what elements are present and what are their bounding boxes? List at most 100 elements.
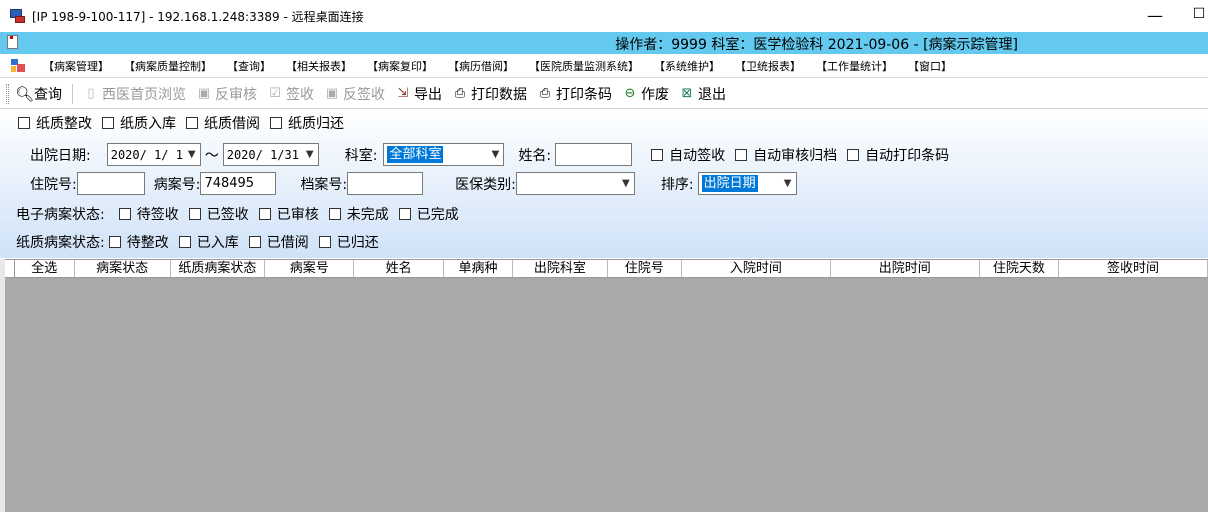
date-to-picker[interactable]: 2020/ 1/31 ▼ [222, 143, 319, 166]
menu-window[interactable]: 【窗口】 [902, 58, 961, 74]
e-status-complete[interactable]: 已完成 [398, 204, 459, 224]
sort-label: 排序: [660, 176, 694, 193]
archive-no-label: 档案号: [300, 176, 348, 193]
insurance-label: 医保类别: [455, 176, 516, 193]
paper-status-pending-rectify[interactable]: 待整改 [108, 232, 169, 252]
menu-workload-stats[interactable]: 【工作量统计】 [810, 58, 902, 74]
discharge-date-label: 出院日期: [30, 147, 91, 164]
paper-actions-row: 纸质整改 纸质入库 纸质借阅 纸质归还 [18, 113, 354, 133]
menu-system-maintenance[interactable]: 【系统维护】 [648, 58, 729, 74]
void-icon: ⊖ [624, 86, 636, 101]
toolbar-grip[interactable] [6, 84, 9, 104]
e-status-label: 电子病案状态: [16, 207, 105, 223]
print-barcode-button[interactable]: ⎙ 打印条码 [537, 84, 612, 104]
paper-return-checkbox[interactable]: 纸质归还 [270, 113, 344, 133]
menu-health-stats[interactable]: 【卫统报表】 [729, 58, 810, 74]
row-selector-header[interactable] [5, 260, 15, 277]
grid-body[interactable] [5, 278, 1208, 512]
menu-query[interactable]: 【查询】 [221, 58, 280, 74]
maximize-button[interactable]: ☐ [1189, 6, 1208, 22]
menu-record-borrow[interactable]: 【病历借阅】 [442, 58, 523, 74]
chevron-down-icon: ▼ [622, 178, 630, 189]
void-button[interactable]: ⊖ 作废 [622, 84, 669, 104]
inpatient-no-label: 住院号: [30, 176, 77, 193]
chevron-down-icon: ▼ [187, 149, 196, 160]
printer-icon: ⎙ [454, 86, 466, 101]
e-status-incomplete[interactable]: 未完成 [328, 204, 389, 224]
filter-panel: 纸质整改 纸质入库 纸质借阅 纸质归还 出院日期: 2020/ 1/ 1 ▼ ～ … [0, 110, 1208, 258]
document-icon: ▯ [87, 86, 95, 101]
number-filter-row: 住院号: 病案号: 748495 档案号: 医保类别: ▼ 排序: 出院日期 ▼ [30, 172, 797, 195]
auto-print-barcode-checkbox[interactable]: 自动打印条码 [847, 145, 949, 165]
minimize-button[interactable]: — [1145, 6, 1165, 25]
magnifier-icon: 🔍︎ [15, 85, 35, 103]
paper-status-borrowed[interactable]: 已借阅 [248, 232, 309, 252]
toolbar-separator [72, 84, 73, 104]
auto-sign-checkbox[interactable]: 自动签收 [651, 145, 725, 165]
chevron-down-icon: ▼ [305, 149, 314, 160]
print-data-button[interactable]: ⎙ 打印数据 [452, 84, 527, 104]
dept-label: 科室: [344, 147, 378, 164]
inpatient-no-input[interactable] [76, 172, 145, 195]
western-home-browse-button[interactable]: ▯ 西医首页浏览 [83, 84, 186, 104]
mdi-window-icon[interactable] [11, 58, 25, 73]
e-status-reviewed[interactable]: 已审核 [258, 204, 319, 224]
sort-select[interactable]: 出院日期 ▼ [697, 172, 797, 195]
col-discharge-dept[interactable]: 出院科室 [513, 260, 608, 277]
col-select-all[interactable]: 全选 [15, 260, 75, 277]
chevron-down-icon: ▼ [491, 149, 500, 160]
menu-reports[interactable]: 【相关报表】 [280, 58, 361, 74]
col-admit-time[interactable]: 入院时间 [682, 260, 831, 277]
name-label: 姓名: [518, 147, 552, 164]
exit-icon: ⊠ [681, 86, 693, 101]
auto-review-archive-checkbox[interactable]: 自动审核归档 [735, 145, 837, 165]
paper-status-label: 纸质病案状态: [16, 235, 105, 251]
sign-receive-button[interactable]: ☑ 签收 [267, 84, 314, 104]
col-sign-time[interactable]: 签收时间 [1059, 260, 1208, 277]
app-caption-bar: 操作者：9999 科室：医学检验科 2021-09-06 - [病案示踪管理] [0, 32, 1208, 54]
reverse-review-button[interactable]: ▣ 反审核 [196, 84, 257, 104]
col-case-status[interactable]: 病案状态 [75, 260, 171, 277]
date-range-separator: ～ [204, 147, 219, 164]
dept-select[interactable]: 全部科室 ▼ [383, 143, 505, 166]
date-filter-row: 出院日期: 2020/ 1/ 1 ▼ ～ 2020/ 1/31 ▼ 科室: 全部科室… [30, 143, 959, 166]
col-single-disease[interactable]: 单病种 [444, 260, 514, 277]
reverse-sign-button[interactable]: ▣ 反签收 [324, 84, 385, 104]
menu-case-copy[interactable]: 【病案复印】 [361, 58, 442, 74]
col-discharge-time[interactable]: 出院时间 [831, 260, 980, 277]
menu-quality-monitor[interactable]: 【医院质量监测系统】 [523, 58, 648, 74]
paper-borrow-checkbox[interactable]: 纸质借阅 [186, 113, 260, 133]
paper-status-stored[interactable]: 已入库 [178, 232, 239, 252]
window-titlebar: [IP 198-9-100-117] - 192.168.1.248:3389 … [0, 0, 1208, 32]
col-inpatient-no[interactable]: 住院号 [608, 260, 682, 277]
col-paper-status[interactable]: 纸质病案状态 [171, 260, 266, 277]
e-status-pending-sign[interactable]: 待签收 [118, 204, 179, 224]
review-icon: ▣ [197, 86, 211, 101]
col-stay-days[interactable]: 住院天数 [980, 260, 1060, 277]
e-status-signed[interactable]: 已签收 [188, 204, 249, 224]
col-case-no[interactable]: 病案号 [265, 260, 355, 277]
archive-no-input[interactable] [347, 172, 424, 195]
toolbar: 🔍︎ 查询 ▯ 西医首页浏览 ▣ 反审核 ☑ 签收 ▣ 反签收 ⇲ 导出 ⎙ 打… [0, 80, 1208, 109]
export-icon: ⇲ [397, 86, 409, 101]
query-button[interactable]: 🔍︎ 查询 [15, 84, 62, 104]
app-document-icon [7, 35, 18, 49]
checkmark-icon: ☑ [269, 86, 281, 101]
printer-icon: ⎙ [539, 86, 551, 101]
app-caption: 操作者：9999 科室：医学检验科 2021-09-06 - [病案示踪管理] [615, 37, 1018, 53]
insurance-select[interactable]: ▼ [515, 172, 635, 195]
case-no-input[interactable]: 748495 [200, 172, 277, 195]
name-input[interactable] [555, 143, 633, 166]
window-title: [IP 198-9-100-117] - 192.168.1.248:3389 … [32, 9, 364, 24]
menu-quality-control[interactable]: 【病案质量控制】 [118, 58, 221, 74]
paper-rectify-checkbox[interactable]: 纸质整改 [18, 113, 92, 133]
paper-store-checkbox[interactable]: 纸质入库 [102, 113, 176, 133]
case-no-label: 病案号: [153, 176, 201, 193]
menu-case-management[interactable]: 【病案管理】 [37, 58, 118, 74]
paper-status-row: 纸质病案状态: 待整改 已入库 已借阅 已归还 [16, 232, 389, 252]
export-button[interactable]: ⇲ 导出 [395, 84, 442, 104]
exit-button[interactable]: ⊠ 退出 [679, 84, 726, 104]
date-from-picker[interactable]: 2020/ 1/ 1 ▼ [106, 143, 201, 166]
col-name[interactable]: 姓名 [354, 260, 444, 277]
paper-status-returned[interactable]: 已归还 [318, 232, 379, 252]
